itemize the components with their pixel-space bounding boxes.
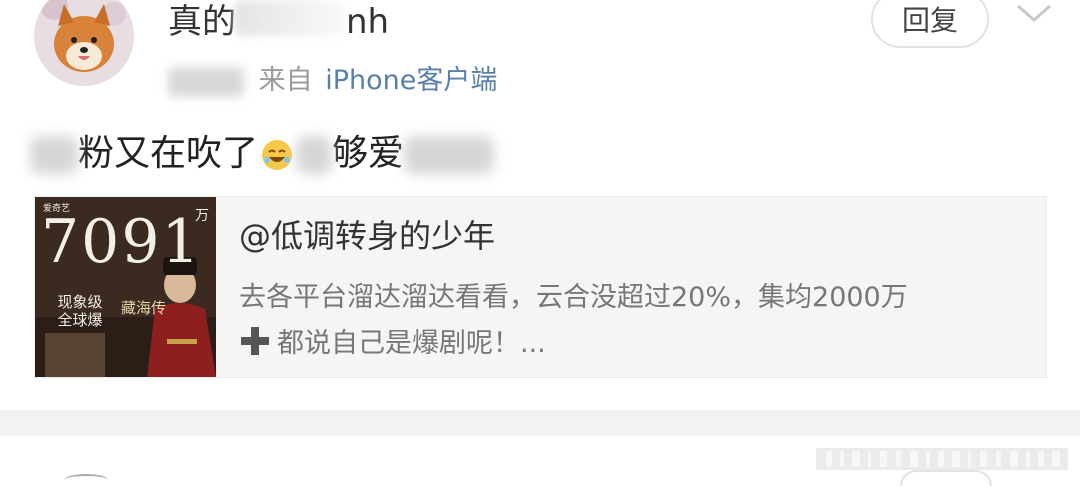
next-reply-button[interactable] (900, 470, 992, 486)
thumbnail-unit: 万 (195, 208, 209, 224)
reply-button[interactable]: 回复 (871, 0, 989, 48)
repost-text: 去各平台溜达溜达看看，云合没超过20%，集均2000万 都说自己是爆剧呢！... (239, 275, 1039, 367)
watermark (816, 448, 1068, 470)
content-redaction-mid (296, 136, 333, 174)
username-text: 真的 (168, 2, 236, 42)
weibo-post: 真的 nh 来自 iPhone客户端 回复 粉又在吹了 够爱 爱奇艺 7091 … (0, 0, 1080, 410)
thumbnail-number: 7091 (41, 207, 202, 277)
repost-text-line2: 都说自己是爆剧呢！... (277, 328, 546, 359)
chevron-down-icon[interactable] (1014, 0, 1054, 28)
plus-icon (241, 327, 269, 355)
repost-thumbnail: 爱奇艺 7091 万 现象级 全球爆 藏海传 (35, 197, 216, 377)
avatar[interactable] (34, 0, 134, 86)
repost-author[interactable]: @低调转身的少年 (239, 211, 495, 257)
username-redaction (234, 0, 344, 36)
username-tail: nh (346, 2, 390, 42)
next-post-avatar[interactable] (64, 474, 108, 486)
repost-card[interactable]: 爱奇艺 7091 万 现象级 全球爆 藏海传 @低调转身的少年 去各平台溜达溜达… (34, 196, 1047, 378)
from-label: 来自 (258, 65, 313, 96)
thumbnail-caption-left: 现象级 全球爆 (57, 293, 103, 329)
reply-button-label: 回复 (901, 4, 958, 37)
repost-text-line2-wrap: 都说自己是爆剧呢！... (239, 321, 1039, 367)
content-text-2: 够爱 (332, 133, 405, 174)
post-content: 粉又在吹了 够爱 (30, 124, 495, 176)
content-redaction-end (404, 136, 495, 174)
content-text-1: 粉又在吹了 (78, 133, 259, 174)
source-link[interactable]: iPhone客户端 (325, 65, 497, 96)
timestamp-redaction (168, 66, 244, 97)
post-meta: 来自 iPhone客户端 (168, 58, 497, 97)
laughing-emoji-icon (262, 140, 293, 170)
repost-text-line1: 去各平台溜达溜达看看，云合没超过20%，集均2000万 (239, 282, 908, 313)
content-redaction-start (30, 136, 78, 174)
thumbnail-caption-right: 藏海传 (121, 299, 167, 317)
post-divider (0, 410, 1080, 436)
